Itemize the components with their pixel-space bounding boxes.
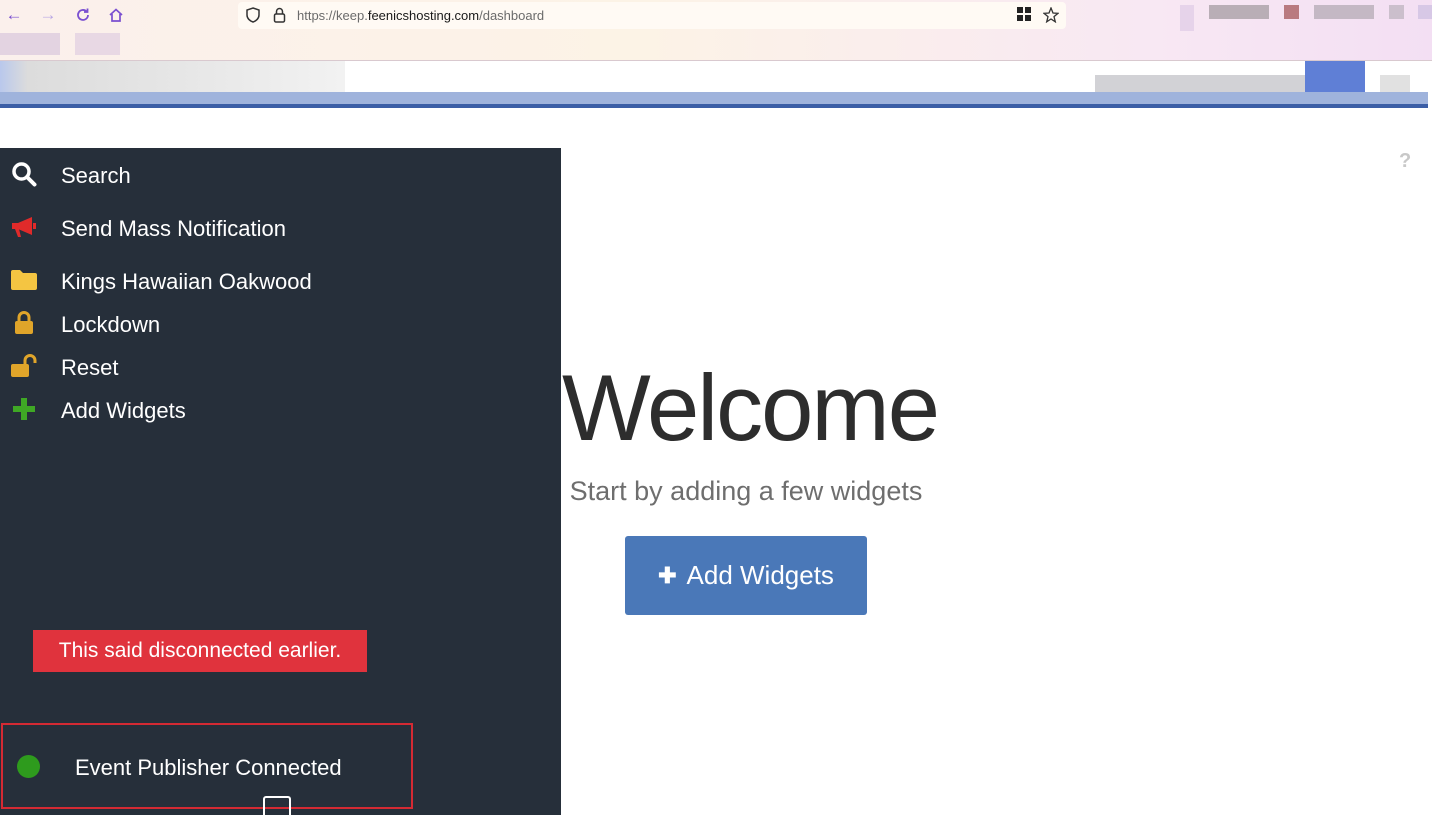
- menu-icon[interactable]: [1418, 5, 1432, 19]
- help-icon[interactable]: ?: [1399, 150, 1411, 173]
- star-icon[interactable]: [1042, 6, 1060, 26]
- grid-icon[interactable]: [1017, 7, 1031, 24]
- redacted-extension-icon: [1209, 5, 1269, 19]
- redacted-tab: [75, 33, 120, 55]
- shield-icon[interactable]: [246, 7, 260, 26]
- sidebar-item-kings-hawaiian-oakwood[interactable]: Kings Hawaiian Oakwood: [0, 262, 561, 302]
- forward-icon[interactable]: →: [37, 4, 59, 26]
- welcome-subtitle: Start by adding a few widgets: [569, 476, 923, 506]
- redacted-extension-icon: [1389, 5, 1404, 19]
- redacted-extension-icon: [1284, 5, 1299, 19]
- reload-icon[interactable]: [72, 4, 94, 26]
- redacted-extension-icon: [1314, 5, 1374, 19]
- sidebar-item-label: Kings Hawaiian Oakwood: [61, 269, 312, 294]
- lock-icon: [10, 309, 38, 337]
- sidebar-item-reset[interactable]: Reset: [0, 348, 561, 388]
- url-text[interactable]: https://keep.feenicshosting.com/dashboar…: [297, 8, 544, 23]
- sidebar-item-label: Send Mass Notification: [61, 216, 286, 241]
- status-dot-icon: [17, 755, 40, 778]
- sidebar-item-label: Add Widgets: [61, 398, 186, 423]
- sidebar-item-label: Reset: [61, 355, 119, 380]
- redacted-header-content: [1305, 61, 1365, 92]
- folder-icon: [10, 266, 38, 294]
- home-icon[interactable]: [105, 4, 127, 26]
- sidebar-item-label: Search: [61, 163, 131, 188]
- megaphone-icon: [10, 213, 38, 241]
- event-publisher-status: Event Publisher Connected: [1, 723, 413, 809]
- sidebar: Search Send Mass Notification Kings Hawa…: [0, 148, 561, 818]
- lock-icon[interactable]: [273, 7, 286, 26]
- redacted-tab: [0, 33, 60, 55]
- sidebar-item-add-widgets[interactable]: Add Widgets: [0, 391, 561, 431]
- plus-icon: ✚: [658, 562, 677, 588]
- search-icon: [10, 160, 38, 188]
- plus-icon: [10, 395, 38, 423]
- unlock-icon: [10, 352, 38, 380]
- status-label: Event Publisher Connected: [75, 755, 342, 780]
- redacted-header-content: [1095, 75, 1305, 92]
- add-widgets-button[interactable]: ✚ Add Widgets: [625, 536, 867, 615]
- welcome-title: Welcome: [561, 355, 940, 460]
- redacted-header-content: [0, 61, 345, 92]
- browser-toolbar: ← → https://keep.feenicshosting.com/dash…: [0, 0, 1432, 61]
- header-divider: [0, 104, 1428, 108]
- sidebar-item-lockdown[interactable]: Lockdown: [0, 305, 561, 345]
- sidebar-item-label: Lockdown: [61, 312, 161, 337]
- annotation-note: This said disconnected earlier.: [33, 630, 367, 672]
- back-icon[interactable]: ←: [3, 4, 25, 26]
- address-bar[interactable]: https://keep.feenicshosting.com/dashboar…: [238, 2, 1066, 29]
- sidebar-item-send-mass-notification[interactable]: Send Mass Notification: [0, 209, 561, 249]
- redacted-header-content: [1380, 75, 1410, 92]
- redacted-extension-icon: [1180, 5, 1194, 31]
- add-widgets-button-label: Add Widgets: [686, 560, 834, 590]
- sidebar-item-search[interactable]: Search: [0, 156, 561, 196]
